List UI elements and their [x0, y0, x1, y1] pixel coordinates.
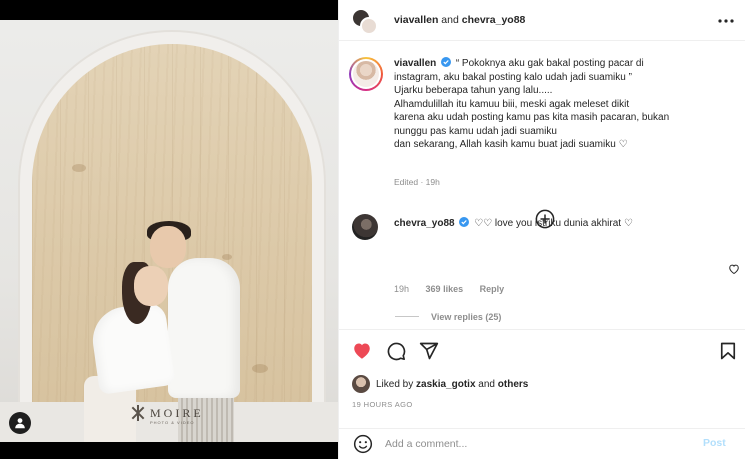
caption-line: dan sekarang, Allah kasih kamu buat jadi… [394, 139, 628, 150]
caption-avatar[interactable] [349, 57, 383, 91]
comment-reply-button[interactable]: Reply [480, 284, 505, 294]
woman-head [134, 266, 168, 306]
liked-by: Liked by zaskia_gotix and others [352, 375, 528, 393]
post-photo[interactable] [0, 20, 338, 442]
post-header: viavallen and chevra_yo88 [339, 0, 745, 41]
comment-input[interactable] [385, 434, 685, 454]
header-joiner: and [441, 14, 459, 26]
comment-body: ♡♡ love you istriku dunia akhirat ♡ [474, 218, 633, 229]
liked-by-and: and [478, 378, 495, 390]
comment-likes-count[interactable]: 369 likes [426, 284, 464, 294]
post-media: MOIRE PHOTO & VIDEO [0, 0, 338, 459]
post-actions: Liked by zaskia_gotix and others 19 HOUR… [339, 329, 745, 428]
divider [395, 316, 419, 317]
caption-username[interactable]: viavallen [394, 58, 436, 69]
tagged-users-button[interactable] [9, 412, 31, 434]
post-modal: MOIRE PHOTO & VIDEO viavallen and chevra… [0, 0, 745, 459]
person-icon [15, 418, 25, 429]
comment-text: chevra_yo88 ♡♡ love you istriku dunia ak… [394, 217, 633, 229]
share-icon[interactable] [419, 341, 439, 361]
verified-badge-icon [441, 57, 452, 67]
more-options-icon[interactable] [717, 12, 735, 30]
comment-time: 19h [394, 284, 410, 294]
caption-line: “ Pokoknya aku gak bakal posting pacar d… [455, 58, 644, 69]
caption-edited-time: Edited · 19h [394, 177, 440, 187]
liked-by-others[interactable]: others [498, 379, 529, 390]
man-figure [168, 258, 240, 398]
like-heart-icon[interactable] [352, 341, 372, 361]
comment-icon[interactable] [386, 341, 406, 361]
caption-line: instagram, aku bakal posting kalo udah j… [394, 71, 632, 83]
moire-logo-icon [130, 405, 146, 421]
caption-line: Ujarku beberapa tahun yang lalu..... [394, 85, 553, 96]
liked-by-user[interactable]: zaskia_gotix [416, 379, 475, 390]
verified-badge-icon [459, 217, 470, 227]
caption-line: nunggu pas kamu udah jadi suamiku [394, 125, 557, 137]
comment-avatar[interactable] [352, 214, 378, 240]
liked-by-prefix: Liked by [376, 378, 414, 390]
post-comment-button[interactable]: Post [703, 437, 726, 449]
header-username-2[interactable]: chevra_yo88 [462, 14, 526, 26]
watermark-name: MOIRE [150, 405, 204, 420]
caption-line: karena aku udah posting kamu pas kita ma… [394, 112, 670, 123]
avatar[interactable] [352, 375, 370, 393]
avatar [360, 17, 378, 35]
comment-like-icon[interactable] [728, 263, 740, 275]
caption-line: Alhamdulillah itu kamuu biii, meski agak… [394, 98, 630, 110]
comment-username[interactable]: chevra_yo88 [394, 218, 455, 229]
watermark-subtitle: PHOTO & VIDEO [150, 420, 195, 425]
view-replies-label: View replies (25) [431, 312, 502, 322]
post-details: viavallen and chevra_yo88 viavallen “ Po… [338, 0, 745, 459]
man-head [150, 226, 186, 268]
post-timestamp[interactable]: 19 HOURS AGO [352, 400, 413, 409]
header-username-1[interactable]: viavallen [394, 14, 438, 26]
comment-composer: Post [339, 428, 745, 459]
comment-meta: 19h 369 likes Reply [394, 284, 518, 294]
view-replies-button[interactable]: View replies (25) [395, 312, 501, 322]
caption-text: viavallen “ Pokoknya aku gak bakal posti… [394, 57, 732, 152]
moire-watermark: MOIRE [130, 405, 204, 421]
collab-names: viavallen and chevra_yo88 [394, 14, 525, 26]
collab-avatars[interactable] [352, 9, 378, 35]
save-bookmark-icon[interactable] [718, 341, 738, 361]
emoji-icon[interactable] [353, 434, 373, 454]
